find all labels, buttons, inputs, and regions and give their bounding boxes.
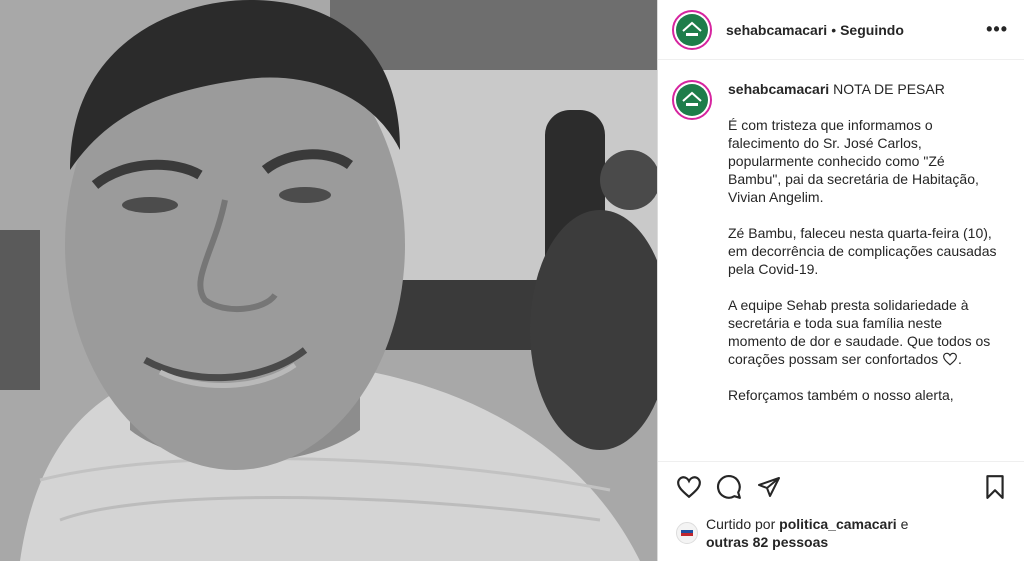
caption-text: sehabcamacari NOTA DE PESAR É com triste…: [728, 80, 998, 404]
save-button[interactable]: [984, 474, 1006, 500]
caption-username-link[interactable]: sehabcamacari: [728, 81, 829, 97]
caption-row: sehabcamacari NOTA DE PESAR É com triste…: [672, 80, 1008, 404]
likes-connector: e: [900, 516, 909, 532]
likes-text: Curtido por politica_camacari e outras 8…: [706, 515, 908, 551]
liker-avatar[interactable]: [676, 522, 698, 544]
bookmark-icon: [986, 474, 1004, 499]
account-username-link[interactable]: sehabcamacari: [726, 22, 827, 38]
caption-scroll-area[interactable]: sehabcamacari NOTA DE PESAR É com triste…: [658, 60, 1024, 461]
instagram-post: sehabcamacari • Seguindo ••• sehabcamaca…: [0, 0, 1024, 561]
comment-button[interactable]: [716, 474, 742, 500]
other-likers-link[interactable]: outras 82 pessoas: [706, 534, 828, 550]
post-photo[interactable]: [0, 0, 657, 561]
more-options-icon[interactable]: •••: [986, 19, 1008, 40]
caption-first-line: sehabcamacari NOTA DE PESAR: [728, 80, 998, 98]
separator-dot: •: [831, 21, 837, 38]
post-header: sehabcamacari • Seguindo •••: [658, 0, 1024, 60]
habitacao-logo-icon: [676, 84, 708, 116]
post-sidebar: sehabcamacari • Seguindo ••• sehabcamaca…: [657, 0, 1024, 561]
liker-username-link[interactable]: politica_camacari: [779, 516, 897, 532]
like-button[interactable]: [676, 475, 702, 499]
following-button[interactable]: Seguindo: [840, 22, 904, 38]
likes-summary: Curtido por politica_camacari e outras 8…: [658, 511, 1024, 561]
share-button[interactable]: [756, 475, 782, 499]
caption-paragraph-4: Reforçamos também o nosso alerta,: [728, 387, 954, 403]
caption-paragraph-1: É com tristeza que informamos o falecime…: [728, 117, 979, 205]
caption-paragraph-3: A equipe Sehab presta solidariedade à se…: [728, 297, 991, 367]
caption-avatar[interactable]: [672, 80, 712, 120]
action-bar: [658, 461, 1024, 511]
comment-icon: [717, 474, 741, 499]
send-icon: [758, 476, 780, 497]
photo-illustration: [0, 0, 657, 561]
habitacao-logo-icon: [676, 13, 708, 46]
liked-by-prefix: Curtido por: [706, 516, 776, 532]
white-heart-emoji-icon: [942, 351, 958, 367]
caption-title: NOTA DE PESAR: [833, 81, 945, 97]
politica-camacari-logo-icon: [681, 530, 693, 536]
heart-icon: [677, 475, 701, 498]
account-avatar[interactable]: [672, 9, 712, 50]
caption-paragraph-2: Zé Bambu, faleceu nesta quarta-feira (10…: [728, 225, 997, 277]
